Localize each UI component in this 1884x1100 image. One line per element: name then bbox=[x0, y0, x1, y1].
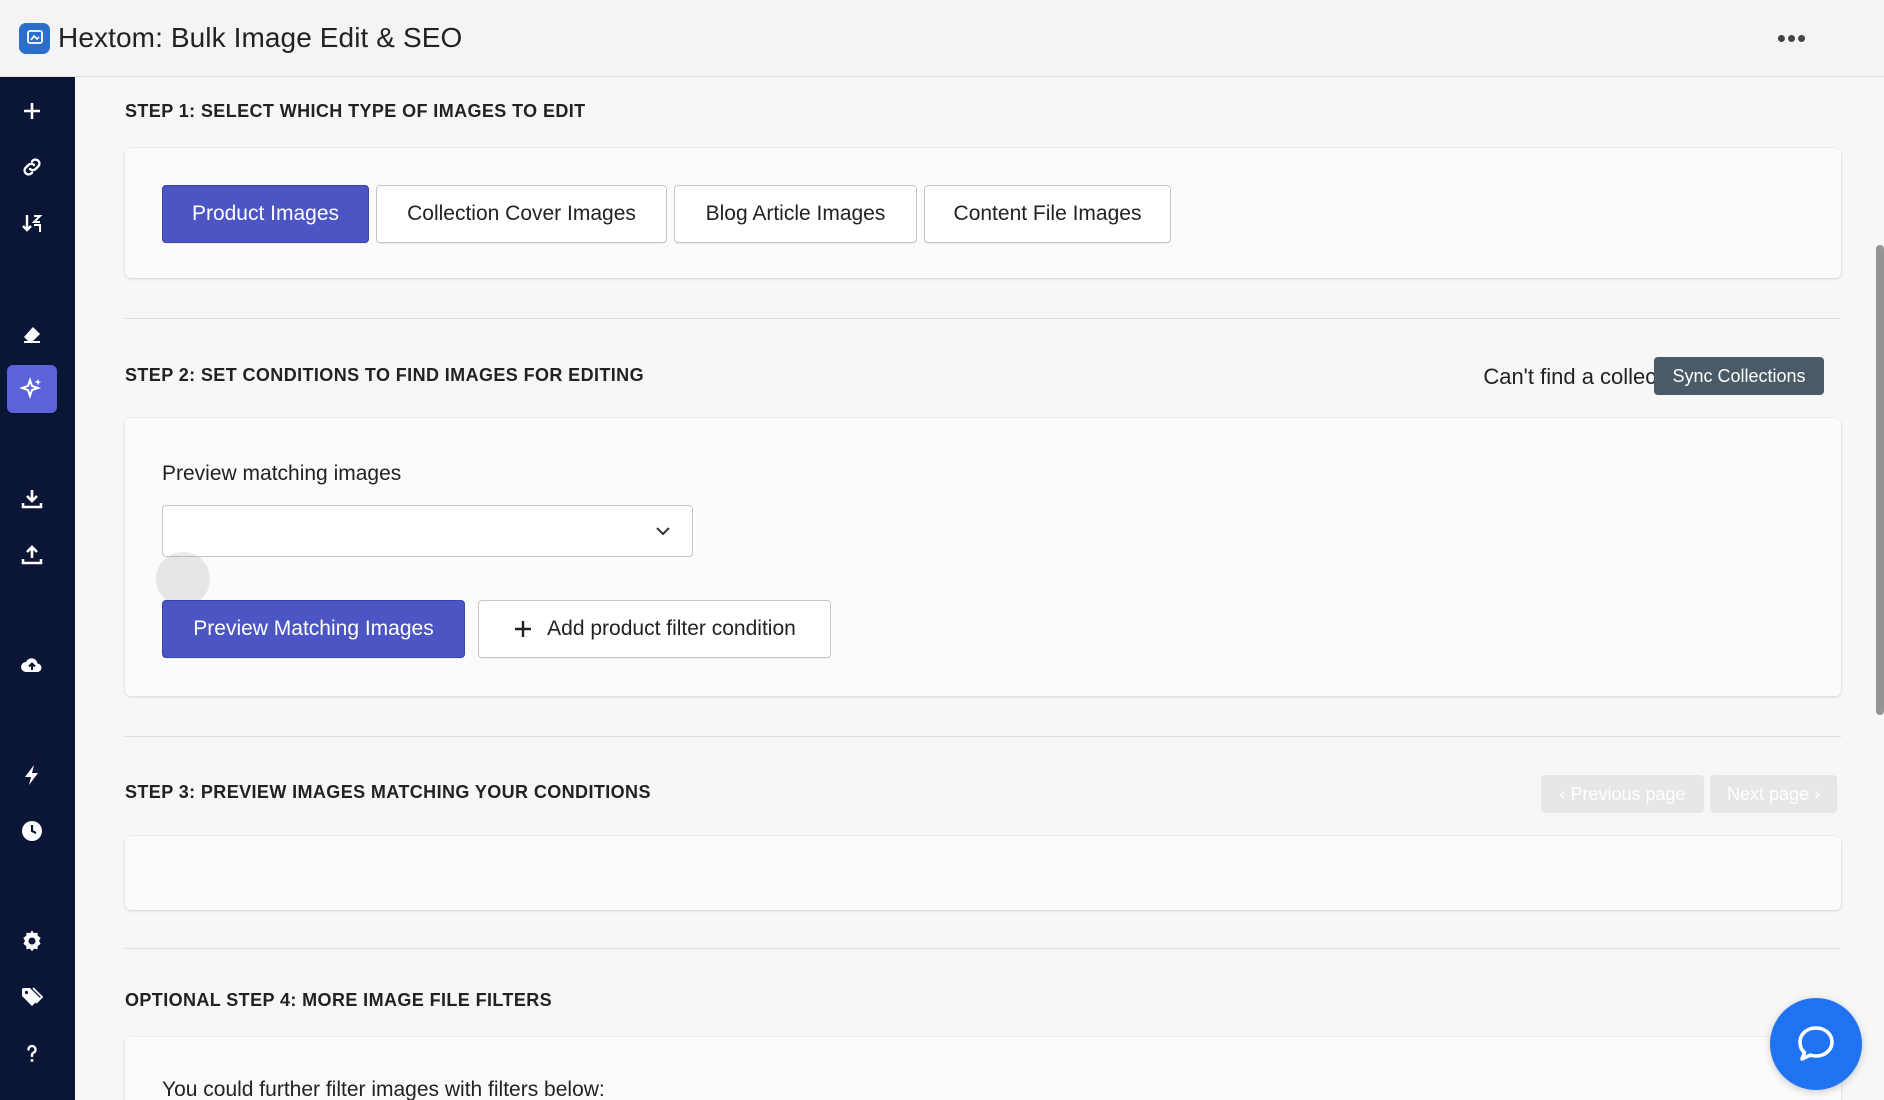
eraser-icon[interactable] bbox=[7, 309, 57, 357]
condition-select[interactable] bbox=[162, 505, 693, 557]
download-icon[interactable] bbox=[7, 475, 57, 523]
sort-icon[interactable] bbox=[7, 199, 57, 247]
main-content: STEP 1: SELECT WHICH TYPE OF IMAGES TO E… bbox=[75, 77, 1884, 1100]
link-icon[interactable] bbox=[7, 143, 57, 191]
more-actions-button[interactable]: ••• bbox=[1772, 22, 1812, 54]
bolt-icon[interactable] bbox=[7, 751, 57, 799]
cloud-upload-icon[interactable] bbox=[7, 641, 57, 689]
chevron-down-icon bbox=[656, 527, 670, 536]
clock-icon[interactable] bbox=[7, 807, 57, 855]
chevron-right-icon: › bbox=[1809, 783, 1821, 804]
cursor-indicator bbox=[156, 552, 210, 606]
sync-collections-button[interactable]: Sync Collections bbox=[1654, 357, 1824, 395]
divider bbox=[125, 948, 1841, 949]
previous-page-button[interactable]: ‹ Previous page bbox=[1541, 775, 1704, 813]
app-logo-icon bbox=[19, 22, 50, 54]
chevron-left-icon: ‹ bbox=[1559, 783, 1571, 804]
app-title: Hextom: Bulk Image Edit & SEO bbox=[58, 22, 463, 53]
sidebar bbox=[0, 77, 75, 1100]
divider bbox=[125, 318, 1841, 319]
content-file-images-button[interactable]: Content File Images bbox=[924, 185, 1171, 243]
step4-title: OPTIONAL STEP 4: MORE IMAGE FILE FILTERS bbox=[125, 990, 553, 1010]
plus-icon bbox=[515, 621, 532, 637]
gear-icon[interactable] bbox=[7, 917, 57, 965]
preview-matching-label: Preview matching images bbox=[162, 462, 402, 485]
step1-title: STEP 1: SELECT WHICH TYPE OF IMAGES TO E… bbox=[125, 101, 586, 121]
add-product-filter-button[interactable]: Add product filter condition bbox=[478, 600, 831, 658]
help-chat-button[interactable] bbox=[1770, 998, 1862, 1090]
blog-article-images-button[interactable]: Blog Article Images bbox=[674, 185, 917, 243]
divider bbox=[125, 736, 1841, 737]
step3-card bbox=[125, 836, 1841, 910]
preview-matching-images-button[interactable]: Preview Matching Images bbox=[162, 600, 465, 658]
step4-description: You could further filter images with fil… bbox=[162, 1078, 605, 1100]
tag-icon[interactable] bbox=[7, 973, 57, 1021]
plus-icon[interactable] bbox=[7, 87, 57, 135]
help-icon[interactable] bbox=[7, 1029, 57, 1077]
step3-title: STEP 3: PREVIEW IMAGES MATCHING YOUR CON… bbox=[125, 782, 651, 802]
scrollbar[interactable] bbox=[1876, 245, 1884, 715]
upload-icon[interactable] bbox=[7, 531, 57, 579]
product-images-button[interactable]: Product Images bbox=[162, 185, 369, 243]
next-page-button[interactable]: Next page › bbox=[1710, 775, 1837, 813]
previous-page-label: Previous page bbox=[1570, 783, 1686, 804]
app-header: Hextom: Bulk Image Edit & SEO ••• bbox=[0, 0, 1884, 77]
next-page-label: Next page bbox=[1726, 783, 1810, 804]
step2-title: STEP 2: SET CONDITIONS TO FIND IMAGES FO… bbox=[125, 365, 644, 385]
chat-bubble-icon bbox=[1798, 1026, 1834, 1061]
add-filter-label: Add product filter condition bbox=[547, 617, 796, 640]
collection-cover-images-button[interactable]: Collection Cover Images bbox=[376, 185, 667, 243]
sparkle-icon[interactable] bbox=[7, 365, 57, 413]
